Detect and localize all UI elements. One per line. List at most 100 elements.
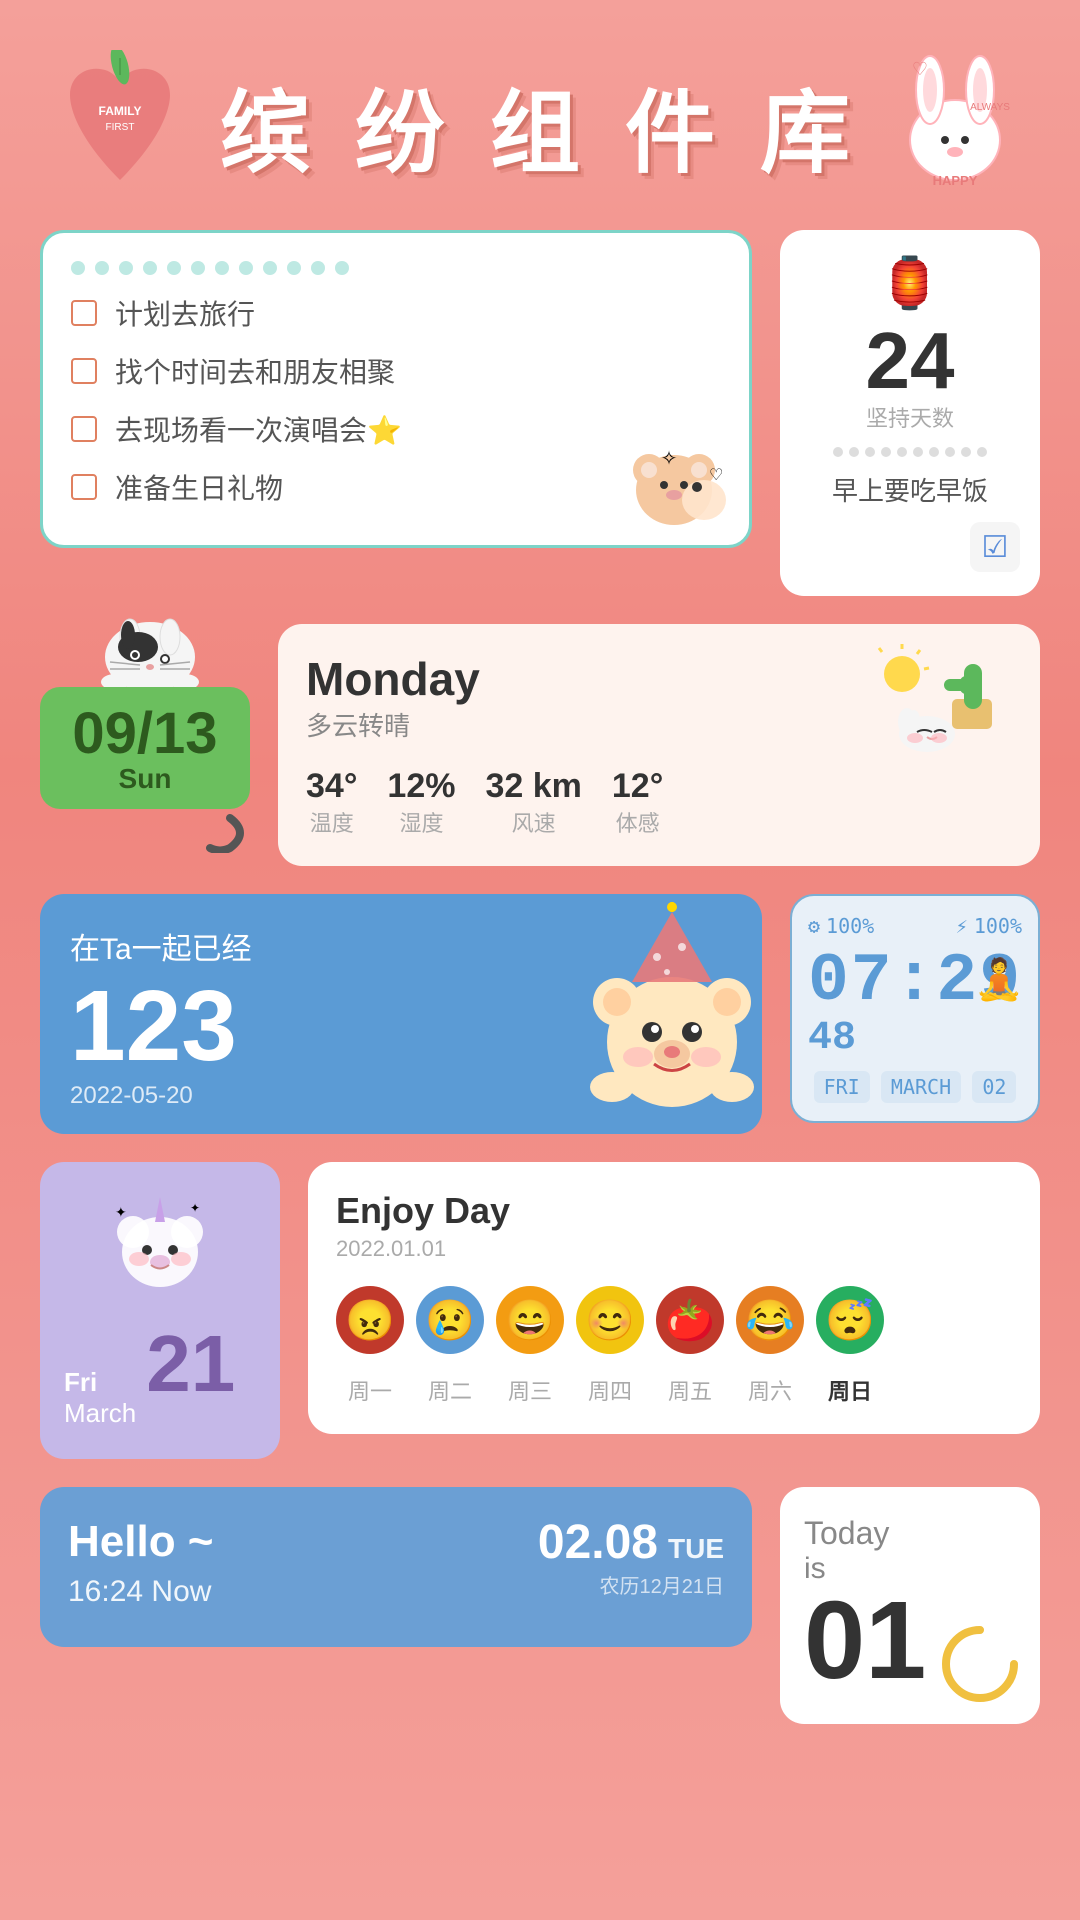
bear-icon: ✦ ✦: [64, 1192, 256, 1314]
clock-day: FRI: [814, 1071, 870, 1103]
mood-emoji-love[interactable]: 😊: [576, 1286, 644, 1354]
todo-dots: [71, 261, 721, 275]
mood-day-fri: 周五: [656, 1374, 724, 1406]
mood-day-sat: 周六: [736, 1374, 804, 1406]
svg-text:ALWAYS: ALWAYS: [970, 102, 1010, 113]
bear-illustration: [572, 902, 762, 1134]
mini-calendar-widget: ✦ ✦ Fri March 21: [40, 1162, 280, 1459]
mood-emoji-row: 😠 😢 😄 😊 🍅 😂 😴: [336, 1286, 1012, 1354]
today-ring-decoration: [940, 1624, 1020, 1704]
dot: [95, 261, 109, 275]
main-content: 计划去旅行 找个时间去和朋友相聚 去现场看一次演唱会⭐ 准备生日礼物: [0, 210, 1080, 1744]
todo-item-1[interactable]: 计划去旅行: [71, 293, 721, 333]
clock-date-num: 02: [972, 1071, 1016, 1103]
weather-humidity: 12% 湿度: [387, 767, 455, 838]
mini-cal-label: Fri March 21: [64, 1324, 256, 1429]
sticker-bunny: HAPPY ALWAYS ♡: [890, 40, 1020, 190]
today-widget: Today is 01: [780, 1487, 1040, 1724]
dot: [833, 447, 843, 457]
header: FAMILY FIRST 缤 纷 组 件 库 HAPPY ALWAYS ♡: [0, 0, 1080, 210]
mood-emoji-laugh[interactable]: 😂: [736, 1286, 804, 1354]
mood-day-labels: 周一 周二 周三 周四 周五 周六 周日: [336, 1374, 1012, 1406]
mood-emoji-sad[interactable]: 😢: [416, 1286, 484, 1354]
cat-illustration: [60, 607, 240, 701]
sticker-family: FAMILY FIRST: [60, 50, 180, 200]
weather-widget: Monday 多云转晴: [278, 624, 1040, 866]
mood-tracker-widget: Enjoy Day 2022.01.01 😠 😢 😄 😊 🍅 😂 😴 周一: [308, 1162, 1040, 1434]
dot: [143, 261, 157, 275]
mood-title: Enjoy Day: [336, 1190, 1012, 1232]
svg-text:✧: ✧: [661, 448, 678, 470]
dot: [977, 447, 987, 457]
calendar-widget: 09/13 Sun: [40, 627, 250, 863]
calendar-day: Sun: [64, 763, 226, 795]
todo-widget: 计划去旅行 找个时间去和朋友相聚 去现场看一次演唱会⭐ 准备生日礼物: [40, 230, 752, 548]
dot: [335, 261, 349, 275]
todo-checkbox[interactable]: [71, 416, 97, 442]
weather-illustration: [862, 644, 1012, 780]
todo-checkbox[interactable]: [71, 358, 97, 384]
streak-unit: 坚持天数: [866, 401, 954, 433]
dot: [215, 261, 229, 275]
streak-text: 早上要吃早饭: [832, 471, 988, 508]
mini-cal-weekday: Fri March: [64, 1367, 136, 1429]
mood-day-sun: 周日: [816, 1374, 884, 1406]
todo-item-2[interactable]: 找个时间去和朋友相聚: [71, 351, 721, 391]
svg-text:✦: ✦: [190, 1201, 200, 1215]
mood-day-mon: 周一: [336, 1374, 404, 1406]
weather-feel: 12° 体感: [612, 767, 663, 838]
mini-cal-day-number: 21: [146, 1324, 235, 1404]
today-label: Today: [804, 1515, 1016, 1552]
calendar-date: 09/13: [64, 705, 226, 763]
clock-seconds: 48: [808, 1016, 1022, 1061]
streak-icon: 🏮: [879, 254, 941, 313]
mood-emoji-tomato[interactable]: 🍅: [656, 1286, 724, 1354]
clock-battery: ⚙ 100%: [808, 914, 874, 938]
dot: [167, 261, 181, 275]
hello-date-area: 02.08 TUE 农历12月21日: [538, 1515, 724, 1599]
mood-emoji-angry[interactable]: 😠: [336, 1286, 404, 1354]
hello-date-number: 02.08: [538, 1515, 658, 1570]
calendar-box: 09/13 Sun: [40, 687, 250, 809]
todo-checkbox[interactable]: [71, 300, 97, 326]
dot: [913, 447, 923, 457]
couple-counter-widget: 在Ta一起已经 123 2022-05-20: [40, 894, 762, 1134]
mood-day-tue: 周二: [416, 1374, 484, 1406]
mood-day-wed: 周三: [496, 1374, 564, 1406]
streak-number: 24: [866, 321, 955, 401]
dot: [311, 261, 325, 275]
cat-tail: [40, 813, 250, 863]
dot: [881, 447, 891, 457]
todo-checkbox[interactable]: [71, 474, 97, 500]
hello-lunar-date: 农历12月21日: [538, 1570, 724, 1599]
row-1: 计划去旅行 找个时间去和朋友相聚 去现场看一次演唱会⭐ 准备生日礼物: [40, 230, 1040, 596]
battery-icon: ⚙: [808, 914, 820, 938]
dot: [897, 447, 907, 457]
dot: [961, 447, 971, 457]
row-4: ✦ ✦ Fri March 21: [40, 1162, 1040, 1459]
svg-text:♡: ♡: [912, 59, 928, 79]
todo-cat-illustration: ✧ ♡: [609, 425, 739, 535]
dot: [71, 261, 85, 275]
svg-text:♡: ♡: [709, 467, 723, 484]
weather-wind: 32 km 风速: [485, 767, 581, 838]
clock-person-icon: 🧘: [974, 956, 1024, 1003]
row-3: 在Ta一起已经 123 2022-05-20: [40, 894, 1040, 1134]
dot: [239, 261, 253, 275]
digital-clock-widget: ⚙ 100% ⚡ 100% 07:29 48 🧘 FRI MARCH 02: [790, 894, 1040, 1123]
hello-day-abbr: TUE: [668, 1533, 724, 1565]
dot: [865, 447, 875, 457]
dot: [287, 261, 301, 275]
clock-date-row: FRI MARCH 02: [808, 1071, 1022, 1103]
row-5: Hello ~ 16:24 Now 02.08 TUE 农历12月21日 Tod…: [40, 1487, 1040, 1724]
clock-charging: ⚡ 100%: [956, 914, 1022, 938]
hello-widget: Hello ~ 16:24 Now 02.08 TUE 农历12月21日: [40, 1487, 752, 1647]
dot: [945, 447, 955, 457]
dot: [191, 261, 205, 275]
streak-check-icon[interactable]: ☑: [970, 522, 1020, 572]
weather-temperature: 34° 温度: [306, 767, 357, 838]
svg-text:FAMILY: FAMILY: [99, 104, 142, 118]
mood-emoji-sleep[interactable]: 😴: [816, 1286, 884, 1354]
streak-widget: 🏮 24 坚持天数 早上要吃早饭 ☑: [780, 230, 1040, 596]
mood-emoji-happy[interactable]: 😄: [496, 1286, 564, 1354]
